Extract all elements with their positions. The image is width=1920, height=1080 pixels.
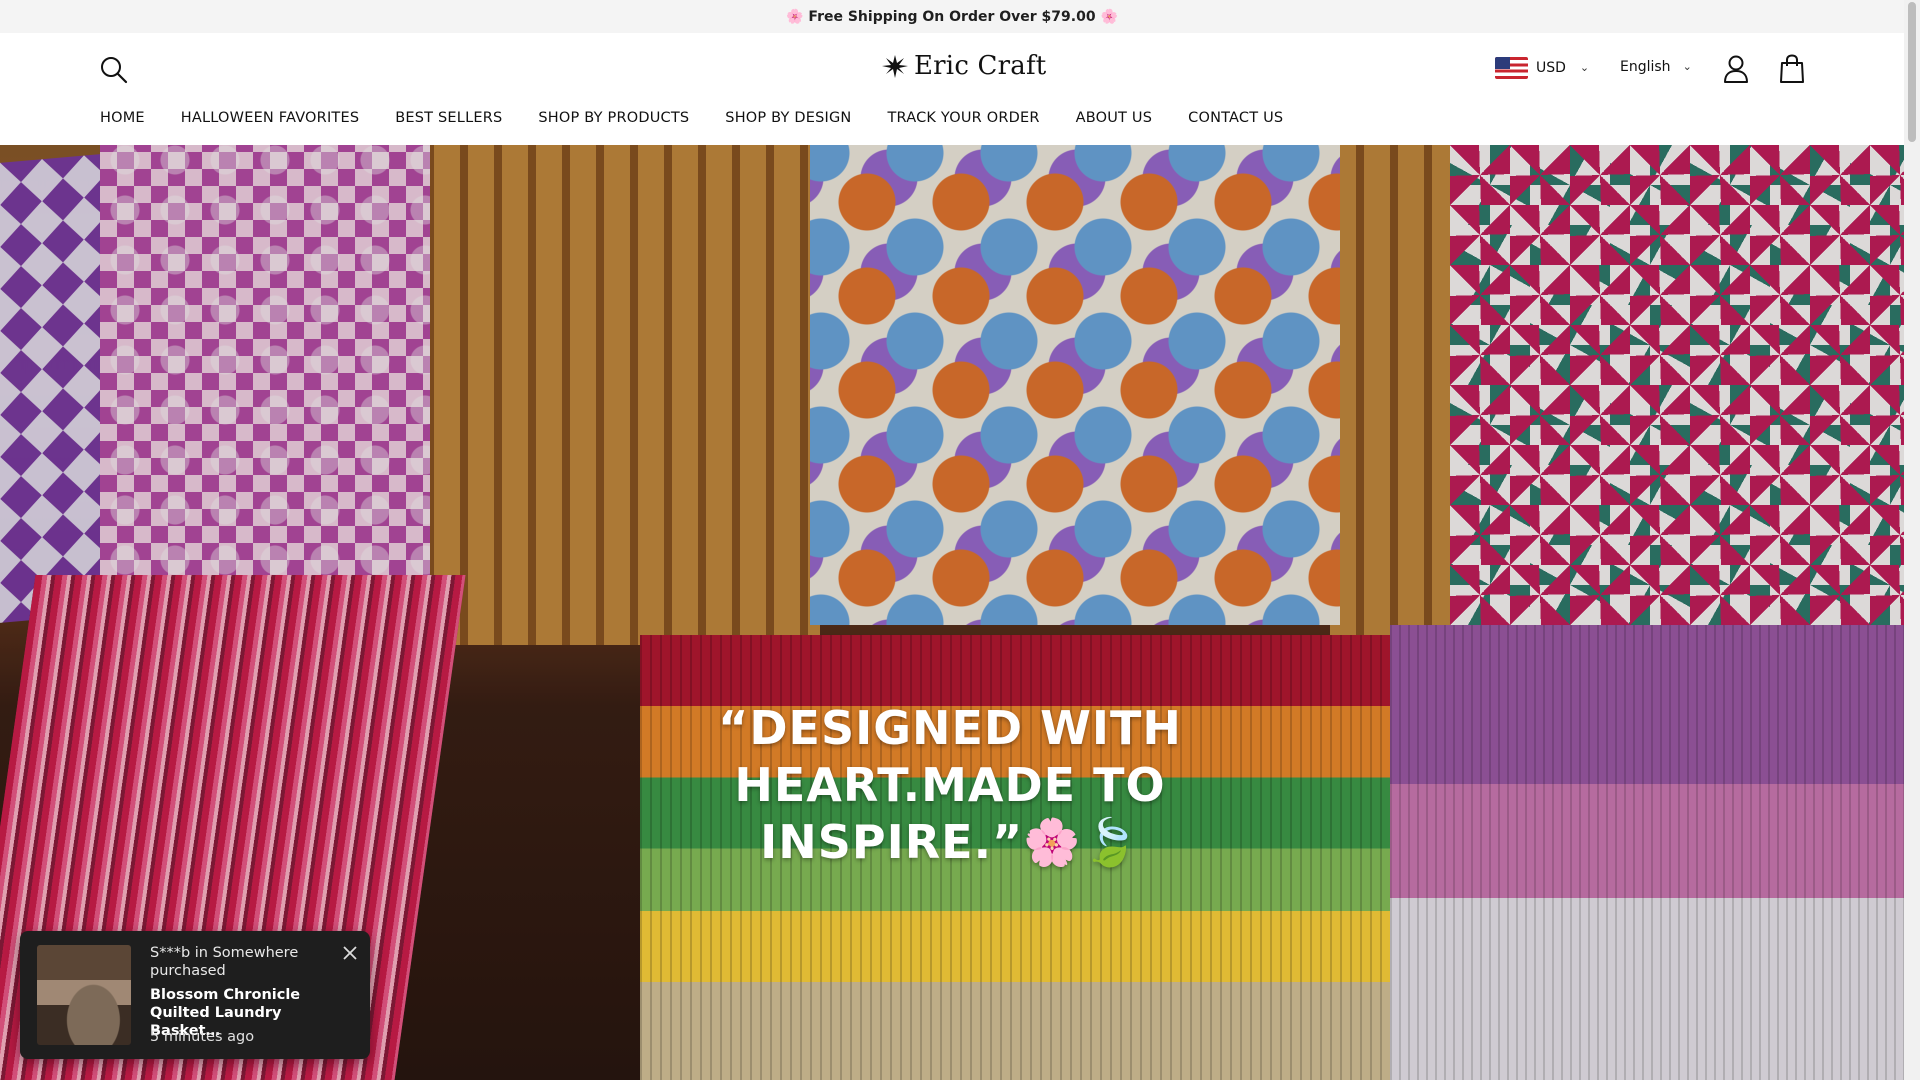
currency-selector[interactable]: USD ⌄ xyxy=(1495,57,1589,79)
hero-title: “DESIGNED WITH HEART.MADE TO INSPIRE.”🌸🍃 xyxy=(718,701,1182,869)
nav-item-home[interactable]: HOME xyxy=(100,110,145,126)
recent-purchase-popup[interactable]: S***b in Somewhere purchased Blossom Chr… xyxy=(20,931,370,1059)
account-button[interactable] xyxy=(1720,53,1752,85)
page-scrollbar[interactable] xyxy=(1904,0,1920,1080)
popup-close-button[interactable] xyxy=(340,943,360,963)
nav-item-halloween-favorites[interactable]: HALLOWEEN FAVORITES xyxy=(181,110,359,126)
nav-item-contact-us[interactable]: CONTACT US xyxy=(1188,110,1283,126)
search-icon xyxy=(101,57,128,84)
user-icon xyxy=(1724,55,1748,83)
scrollbar-thumb[interactable] xyxy=(1908,2,1916,142)
nav-item-shop-by-products[interactable]: SHOP BY PRODUCTS xyxy=(538,110,689,126)
shopping-bag-icon xyxy=(1780,54,1804,83)
site-logo[interactable]: Eric Craft xyxy=(880,51,1046,81)
currency-code: USD xyxy=(1536,60,1566,76)
announcement-text: 🌸 Free Shipping On Order Over $79.00 🌸 xyxy=(786,8,1118,25)
announcement-bar: 🌸 Free Shipping On Order Over $79.00 🌸 xyxy=(0,0,1904,33)
site-header: Eric Craft USD ⌄ English ⌄ HOME HALLOWEE… xyxy=(0,33,1904,146)
language-selector[interactable]: English ⌄ xyxy=(1620,59,1692,75)
chevron-down-icon: ⌄ xyxy=(1682,59,1692,73)
product-thumbnail[interactable] xyxy=(37,945,131,1045)
search-button[interactable] xyxy=(99,55,129,85)
close-icon xyxy=(343,946,357,960)
eric-craft-logo-icon xyxy=(882,55,908,78)
us-flag-icon xyxy=(1495,57,1528,79)
brand-name: Eric Craft xyxy=(914,51,1047,81)
language-label: English xyxy=(1620,59,1671,75)
main-navigation: HOME HALLOWEEN FAVORITES BEST SELLERS SH… xyxy=(100,110,1283,126)
nav-item-track-your-order[interactable]: TRACK YOUR ORDER xyxy=(887,110,1039,126)
nav-item-best-sellers[interactable]: BEST SELLERS xyxy=(395,110,502,126)
nav-item-about-us[interactable]: ABOUT US xyxy=(1076,110,1153,126)
nav-item-shop-by-design[interactable]: SHOP BY DESIGN xyxy=(725,110,851,126)
chevron-down-icon: ⌄ xyxy=(1579,60,1590,74)
purchase-notice: S***b in Somewhere purchased xyxy=(150,945,299,979)
cart-button[interactable] xyxy=(1776,53,1808,85)
purchase-time: 5 minutes ago xyxy=(150,1029,255,1045)
